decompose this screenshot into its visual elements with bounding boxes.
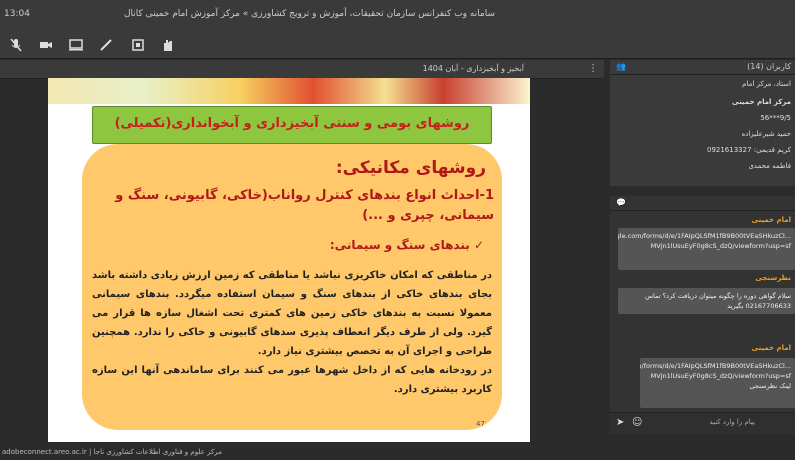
slide-title: آبخیز و آبخیزداری - آبان 1404 [422, 64, 524, 73]
slide-banner: روشهای بومی و سنتی آبخیزداری و آبخواندار… [92, 106, 492, 144]
whiteboard-icon[interactable] [130, 37, 146, 53]
participant-item[interactable]: کریم قدیمی: 0921613327 [707, 146, 791, 154]
slide: روشهای بومی و سنتی آبخیزداری و آبخواندار… [48, 78, 530, 442]
participant-item[interactable]: 9/5***56 [760, 114, 791, 122]
participants-header: 👥 کاربران (14) [610, 60, 795, 75]
content-box: روشهای مکانیکی: 1-احداث انواع بندهای کنت… [82, 144, 502, 430]
participants-panel: 👥 کاربران (14) استاد، مرکز امام مرکز اما… [610, 60, 795, 186]
participants-title: کاربران (14) [747, 62, 791, 71]
chat-sender: نظرسنجی [755, 274, 791, 282]
chat-sender: امام خمینی [751, 344, 791, 352]
chat-header: 💬 [610, 196, 795, 211]
participant-item[interactable]: فاطمه محمدی [748, 162, 791, 170]
chat-input-bar: ➤ ☺ پیام را وارد کنید [610, 412, 795, 433]
slide-body: در مناطقی که امکان خاکریزی نباشد یا مناط… [92, 266, 492, 399]
pen-icon[interactable] [98, 37, 114, 53]
mic-muted-icon[interactable] [8, 37, 24, 53]
participant-item[interactable]: مرکز امام خمینی [732, 98, 791, 106]
participant-item[interactable]: حمید شیرعلیزاده [742, 130, 791, 138]
presentation-area: آبخیز و آبخیزداری - آبان 1404 ⋮ روشهای ب… [0, 60, 604, 445]
slide-heading: روشهای مکانیکی: [335, 158, 486, 178]
participant-item[interactable]: استاد، مرکز امام [742, 80, 791, 88]
page-number: 47 [476, 420, 485, 428]
footer: adobeconnect.areo.ac.ir | مرکز علوم و فن… [0, 446, 795, 460]
clock: 13:04 [4, 9, 30, 19]
screen-share-icon[interactable] [68, 37, 84, 53]
slide-header: آبخیز و آبخیزداری - آبان 1404 ⋮ [0, 60, 604, 79]
chat-message[interactable]: سلام گواهی دوره را چگونه میتوان دریافت ک… [618, 288, 795, 314]
window-title: سامانه وب کنفرانس سازمان تحقیقات، آموزش … [123, 9, 495, 19]
toolbar [0, 32, 795, 59]
emoji-icon[interactable]: ☺ [632, 417, 642, 428]
top-bar: 13:04 سامانه وب کنفرانس سازمان تحقیقات، … [0, 0, 795, 33]
banner-title: روشهای بومی و سنتی آبخیزداری و آبخواندار… [114, 116, 470, 131]
raise-hand-icon[interactable] [160, 37, 176, 53]
chat-icon: 💬 [616, 198, 626, 207]
chat-message[interactable]: https://docs.google.com/forms/d/e/1FAIpQ… [640, 358, 795, 408]
paragraph-1: در مناطقی که امکان خاکریزی نباشد یا مناط… [92, 270, 492, 357]
camera-icon[interactable] [38, 37, 54, 53]
chat-sender: امام خمینی [751, 216, 791, 224]
bullet-heading: ✓ بندهای سنگ و سیمانی: [329, 238, 484, 252]
paragraph-2: در رودخانه هایی که از داخل شهرها عبور می… [92, 365, 492, 395]
slide-subheading: 1-احداث انواع بندهای کنترل رواناب(خاکی، … [115, 188, 494, 223]
flower-banner-image [48, 78, 530, 104]
more-options-icon[interactable]: ⋮ [588, 63, 598, 74]
send-icon[interactable]: ➤ [616, 417, 624, 428]
chat-input[interactable]: پیام را وارد کنید [709, 418, 755, 426]
chat-message[interactable]: https://docs.google.com/forms/d/e/1FAIpQ… [618, 228, 795, 270]
bullet-text: بندهای سنگ و سیمانی: [329, 238, 470, 252]
people-icon: 👥 [616, 62, 626, 71]
footer-text: adobeconnect.areo.ac.ir | مرکز علوم و فن… [2, 448, 222, 456]
chat-panel: 💬 امام خمینی https://docs.google.com/for… [610, 196, 795, 434]
